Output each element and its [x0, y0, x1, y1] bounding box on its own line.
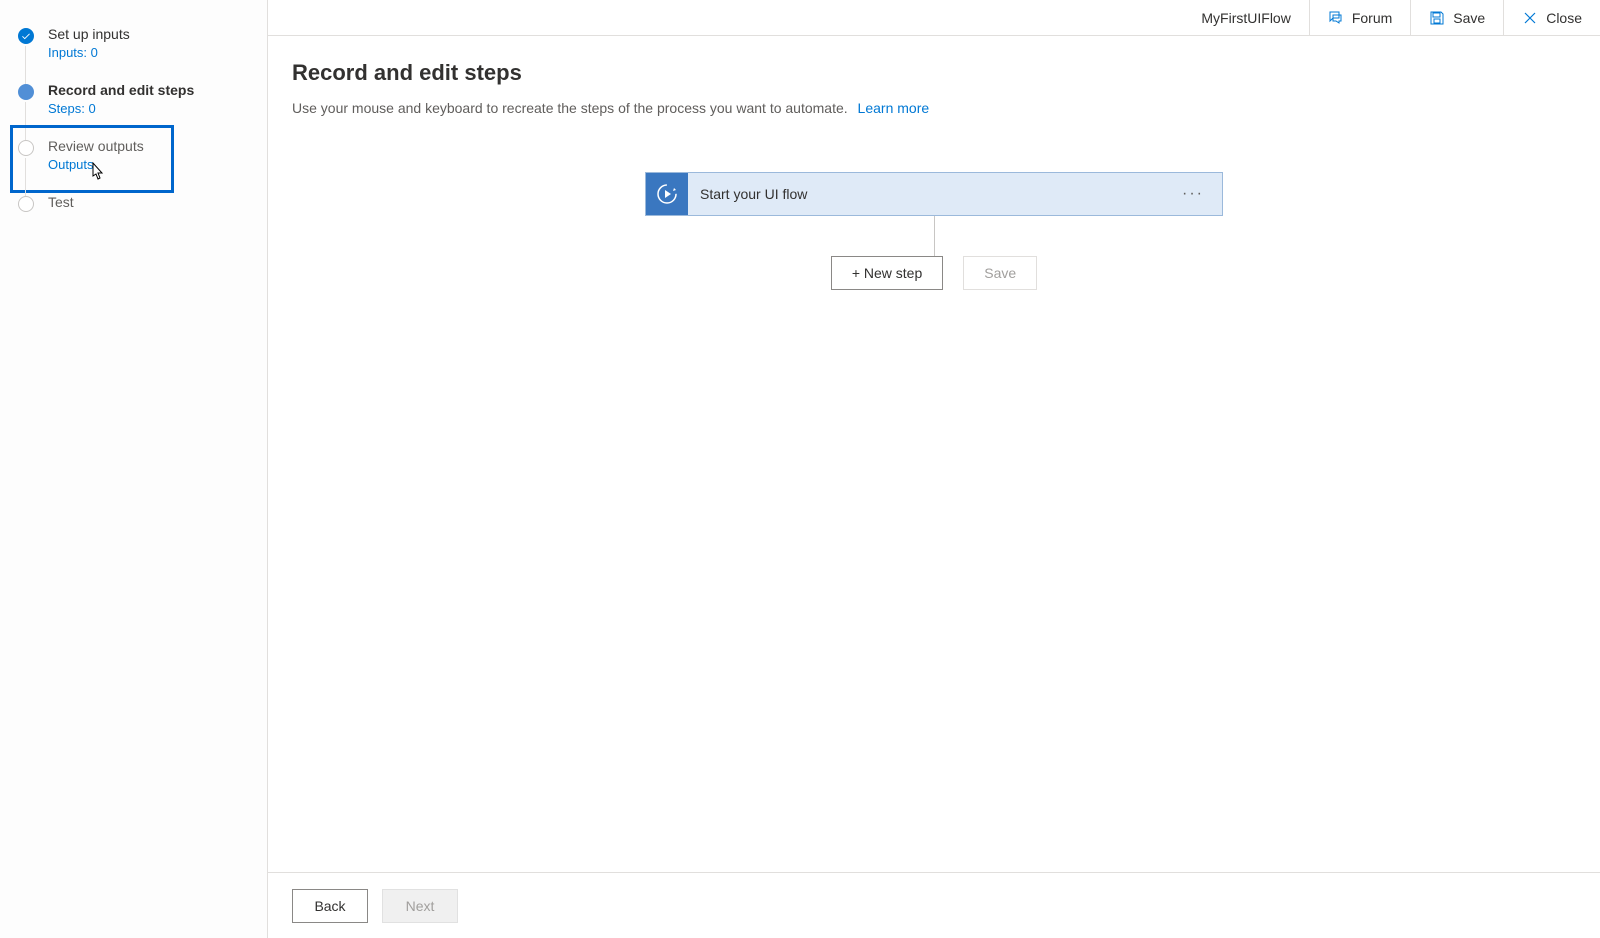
save-label: Save [1453, 10, 1485, 26]
header-bar: MyFirstUIFlow Forum Save Close [268, 0, 1600, 36]
step-setup-inputs[interactable]: Set up inputs Inputs: 0 [14, 20, 261, 76]
step-subtitle: Steps: 0 [48, 101, 194, 116]
step-indicator-pending [18, 196, 34, 212]
step-title: Test [48, 194, 74, 210]
save-button[interactable]: Save [1411, 0, 1503, 36]
wizard-sidebar: Set up inputs Inputs: 0 Record and edit … [0, 0, 268, 938]
flow-card-start[interactable]: Start your UI flow ··· [645, 172, 1223, 216]
canvas-save-button: Save [963, 256, 1037, 290]
step-record-edit[interactable]: Record and edit steps Steps: 0 [14, 76, 261, 132]
close-label: Close [1546, 10, 1582, 26]
learn-more-link[interactable]: Learn more [858, 100, 930, 116]
forum-button[interactable]: Forum [1310, 0, 1410, 36]
flow-card-menu[interactable]: ··· [1164, 185, 1222, 203]
step-subtitle: Inputs: 0 [48, 45, 130, 60]
step-title: Review outputs [48, 138, 144, 154]
forum-label: Forum [1352, 10, 1392, 26]
back-button[interactable]: Back [292, 889, 368, 923]
step-review-outputs[interactable]: Review outputs Outputs [14, 132, 261, 188]
page-description: Use your mouse and keyboard to recreate … [292, 100, 1576, 116]
connector-line [934, 216, 935, 256]
forum-icon [1328, 10, 1344, 26]
page-title: Record and edit steps [292, 60, 1576, 86]
play-refresh-icon [655, 182, 679, 206]
step-test[interactable]: Test [14, 188, 261, 228]
close-icon [1522, 10, 1538, 26]
step-indicator-completed [18, 28, 34, 44]
next-button: Next [382, 889, 458, 923]
step-indicator-pending [18, 140, 34, 156]
flow-card-title: Start your UI flow [688, 186, 1164, 202]
step-indicator-current [18, 84, 34, 100]
flow-name: MyFirstUIFlow [1183, 10, 1308, 26]
step-title: Set up inputs [48, 26, 130, 42]
new-step-button[interactable]: + New step [831, 256, 943, 290]
checkmark-icon [21, 31, 31, 41]
flow-card-icon [646, 173, 688, 215]
step-subtitle: Outputs [48, 157, 144, 172]
save-icon [1429, 10, 1445, 26]
close-button[interactable]: Close [1504, 0, 1600, 36]
step-title: Record and edit steps [48, 82, 194, 98]
flow-canvas: Start your UI flow ··· + New step Save [292, 172, 1576, 290]
footer-nav: Back Next [268, 872, 1600, 938]
page-desc-text: Use your mouse and keyboard to recreate … [292, 100, 848, 116]
